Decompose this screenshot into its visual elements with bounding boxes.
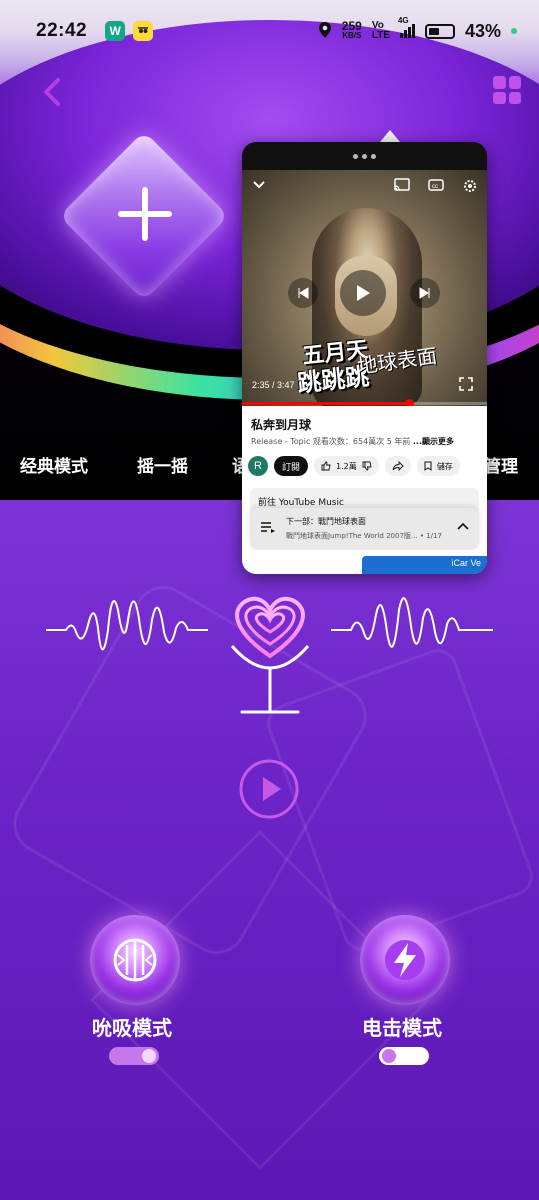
chevron-left-icon	[44, 78, 60, 106]
play-icon	[357, 285, 370, 301]
minimize-button[interactable]	[252, 178, 266, 194]
video-title: 私奔到月球	[251, 418, 312, 432]
thumbs-up-icon	[321, 461, 331, 471]
channel-avatar[interactable]: R	[248, 456, 268, 476]
play-button[interactable]	[238, 758, 300, 820]
share-button[interactable]	[384, 456, 411, 476]
video-play-button[interactable]	[340, 270, 386, 316]
voice-heart-mic-icon	[230, 596, 310, 714]
privacy-dot	[511, 28, 517, 34]
captions-button[interactable]: cc	[428, 178, 444, 196]
shock-mode-button[interactable]	[360, 915, 450, 1005]
right-sound-wave	[331, 597, 493, 648]
video-info-panel: 私奔到月球 Release - Topic 观看次数：654萬次 5 年前 ..…	[242, 406, 487, 574]
status-bar: 22:42 W 259 KB/S Vo LTE 4G 43%	[0, 0, 539, 62]
fullscreen-button[interactable]	[458, 376, 474, 396]
suction-mode-button[interactable]	[90, 915, 180, 1005]
video-time: 2:35 / 3:47	[252, 380, 295, 390]
show-more-link[interactable]: ...顯示更多	[413, 437, 454, 446]
bird-app-icon	[133, 21, 154, 41]
video-progress-bar[interactable]	[242, 399, 487, 406]
video-player[interactable]: 五月天 跳跳跳 地球表面 cc 2:35 / 3:47	[242, 170, 487, 406]
cast-icon	[394, 178, 410, 191]
up-next-bar[interactable]: 下一部：戰鬥地球表面 戰鬥地球表面Jump!The World 2007版...…	[250, 508, 479, 550]
tab-classic[interactable]: 经典模式	[20, 452, 88, 477]
youtube-pip-window[interactable]: 五月天 跳跳跳 地球表面 cc 2:35 / 3:47 私奔到月球 Releas…	[242, 142, 487, 574]
volte-indicator: Vo LTE	[371, 20, 390, 41]
cast-button[interactable]	[394, 178, 410, 196]
network-speed: 259 KB/S	[341, 19, 362, 40]
up-next-title: 下一部：戰鬥地球表面	[286, 517, 366, 526]
app-notification-icon: W	[105, 21, 126, 41]
ad-banner[interactable]: iCar Ve	[362, 556, 487, 574]
share-icon	[392, 461, 404, 471]
gear-icon	[464, 180, 476, 192]
skip-previous-icon	[298, 287, 309, 299]
suction-mode-label: 吮吸模式	[92, 1016, 172, 1040]
chevron-up-icon	[457, 522, 469, 530]
up-next-subtitle: 戰鬥地球表面Jump!The World 2007版... • 1/17	[286, 532, 442, 540]
video-actions: R 訂閱 1.2萬 儲存	[248, 456, 460, 476]
captions-icon: cc	[428, 179, 444, 191]
settings-button[interactable]	[462, 178, 478, 198]
breath-icon	[113, 938, 157, 982]
signal-icon: 4G	[398, 16, 415, 38]
grid-icon	[493, 76, 506, 89]
back-button[interactable]	[38, 74, 68, 110]
pip-pointer	[380, 130, 400, 142]
like-button[interactable]: 1.2萬	[314, 456, 379, 476]
add-device-button[interactable]	[59, 131, 230, 302]
svg-text:cc: cc	[432, 184, 438, 190]
save-button[interactable]: 儲存	[416, 456, 460, 476]
video-meta: Release - Topic 观看次数：654萬次 5 年前 ...顯示更多	[251, 437, 455, 446]
left-sound-wave	[46, 600, 208, 651]
grid-menu-button[interactable]	[493, 76, 521, 104]
subscribe-button[interactable]: 訂閱	[274, 456, 309, 476]
tab-shake[interactable]: 摇一摇	[137, 452, 188, 477]
tab-manage[interactable]: 管理	[484, 452, 518, 477]
battery-icon	[424, 23, 455, 39]
bookmark-icon	[424, 461, 432, 471]
chevron-down-icon	[253, 181, 265, 189]
pip-drag-handle[interactable]	[242, 142, 487, 170]
progress-scrubber[interactable]	[404, 399, 414, 406]
playlist-icon	[261, 522, 275, 533]
suction-mode-toggle[interactable]	[109, 1047, 159, 1065]
location-icon	[318, 21, 332, 42]
battery-percent: 43%	[464, 20, 501, 41]
next-button[interactable]	[410, 278, 440, 308]
expand-icon	[459, 377, 473, 391]
skip-next-icon	[419, 287, 430, 299]
status-time: 22:42	[36, 20, 88, 41]
previous-button[interactable]	[288, 278, 318, 308]
lightning-icon	[385, 940, 425, 980]
shock-mode-label: 电击模式	[362, 1016, 442, 1040]
plus-icon	[118, 187, 172, 241]
thumbs-down-icon	[362, 461, 372, 471]
shock-mode-toggle[interactable]	[379, 1047, 429, 1065]
